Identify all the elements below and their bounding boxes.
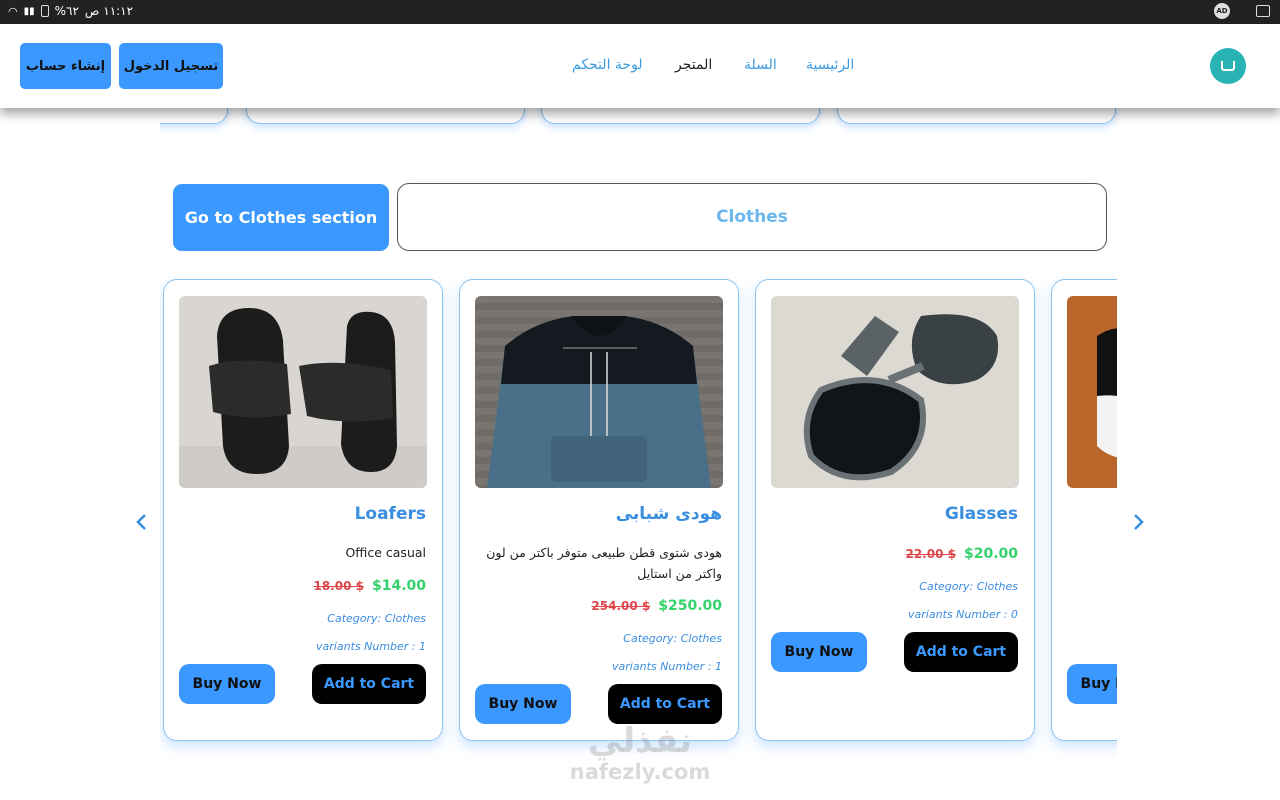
previous-card xyxy=(246,106,525,124)
logo-icon[interactable] xyxy=(1210,48,1246,84)
chevron-left-icon xyxy=(136,514,146,530)
carousel-prev-button[interactable] xyxy=(134,510,150,534)
status-left: ١١:١٢ ص ٦٢% ▮▮ ◠ xyxy=(8,4,133,18)
status-bar: ١١:١٢ ص ٦٢% ▮▮ ◠ AD xyxy=(0,0,1280,24)
go-to-section-button[interactable]: Go to Clothes section xyxy=(173,184,389,251)
app-root: ١١:١٢ ص ٦٢% ▮▮ ◠ AD إنشاء حساب تسجيل الد… xyxy=(0,0,1280,800)
product-card: Loafers Office casual 18.00 $ $14.00 Cat… xyxy=(163,279,443,741)
battery-icon xyxy=(40,5,49,17)
product-prices: 22.00 $ $20.00 xyxy=(905,546,1018,562)
product-prices: 18.00 $ $14.00 xyxy=(313,578,426,594)
ad-icon: AD xyxy=(1214,3,1230,19)
product-card: Glasses 22.00 $ $20.00 Category: Clothes… xyxy=(755,279,1035,741)
product-description: هودى شتوى قطن طبيعى متوفر باكتر من لون و… xyxy=(486,545,722,581)
add-to-cart-button[interactable]: Add to Cart xyxy=(312,664,426,704)
previous-card xyxy=(541,106,820,124)
product-prices: 254.00 $ $250.00 xyxy=(591,598,722,614)
navbar: إنشاء حساب تسجيل الدخول الرئيسية السلة ا… xyxy=(0,24,1280,108)
status-right: AD xyxy=(1214,3,1270,19)
nav-link-dashboard[interactable]: لوحة التحكم xyxy=(572,57,643,73)
product-carousel: Loafers Office casual 18.00 $ $14.00 Cat… xyxy=(160,276,1117,766)
buy-now-button[interactable]: Buy Now xyxy=(1067,664,1117,704)
previous-card xyxy=(837,106,1116,124)
product-card: Buy Now xyxy=(1051,279,1117,741)
product-title[interactable]: Loafers xyxy=(355,504,426,524)
product-description: Office casual xyxy=(345,545,426,560)
old-price: 254.00 $ xyxy=(591,599,651,613)
product-image-hoodie xyxy=(475,296,723,488)
product-category: Category: Clothes xyxy=(623,632,722,645)
add-to-cart-button[interactable]: Add to Cart xyxy=(608,684,722,724)
old-price: 22.00 $ xyxy=(905,547,956,561)
product-variants: variants Number : 0 xyxy=(908,608,1018,621)
nav-link-home[interactable]: الرئيسية xyxy=(806,57,854,73)
add-to-cart-button[interactable]: Add to Cart xyxy=(904,632,1018,672)
login-button[interactable]: تسجيل الدخول xyxy=(119,43,223,89)
product-title[interactable]: Glasses xyxy=(945,504,1018,524)
product-category: Category: Clothes xyxy=(919,580,1018,593)
product-image-slides xyxy=(179,296,427,488)
status-time: ١١:١٢ ص xyxy=(84,4,134,18)
carousel-next-button[interactable] xyxy=(1130,510,1146,534)
nav-link-store[interactable]: المتجر xyxy=(675,57,712,73)
price: $20.00 xyxy=(963,546,1018,562)
previous-row xyxy=(160,106,1120,146)
image-icon xyxy=(1256,5,1270,17)
signal-icon: ▮▮ xyxy=(23,5,35,17)
price: $250.00 xyxy=(658,598,722,614)
wifi-icon: ◠ xyxy=(8,4,18,18)
buy-now-button[interactable]: Buy Now xyxy=(179,664,275,704)
product-category: Category: Clothes xyxy=(327,612,426,625)
cart-logo-icon xyxy=(1221,61,1235,71)
product-variants: variants Number : 1 xyxy=(316,640,426,653)
price: $14.00 xyxy=(371,578,426,594)
buy-now-button[interactable]: Buy Now xyxy=(475,684,571,724)
chevron-right-icon xyxy=(1134,514,1144,530)
section-title: Clothes xyxy=(397,183,1107,251)
buy-now-button[interactable]: Buy Now xyxy=(771,632,867,672)
old-price: 18.00 $ xyxy=(313,579,364,593)
signup-button[interactable]: إنشاء حساب xyxy=(20,43,111,89)
status-battery: ٦٢% xyxy=(54,4,79,18)
product-image-cap xyxy=(1067,296,1117,488)
previous-card xyxy=(160,106,228,124)
product-card: هودى شبابى هودى شتوى قطن طبيعى متوفر باك… xyxy=(459,279,739,741)
nav-link-cart[interactable]: السلة xyxy=(744,57,777,73)
product-variants: variants Number : 1 xyxy=(612,660,722,673)
product-image-sunglasses xyxy=(771,296,1019,488)
product-title[interactable]: هودى شبابى xyxy=(616,504,722,524)
